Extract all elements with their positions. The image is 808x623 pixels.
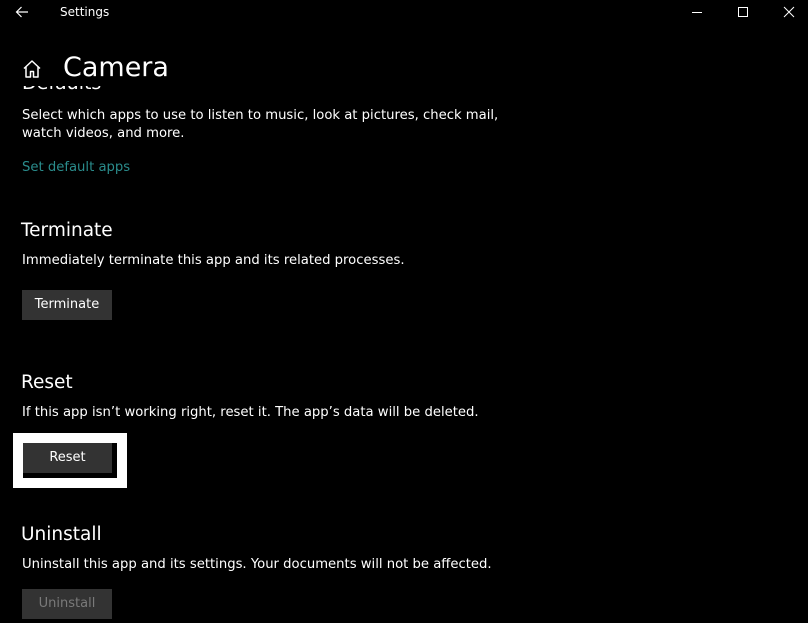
defaults-description-line1: Select which apps to use to listen to mu…	[22, 108, 499, 123]
uninstall-heading: Uninstall	[21, 524, 102, 545]
defaults-heading-partial: Defaults	[22, 86, 142, 92]
terminate-description: Immediately terminate this app and its r…	[22, 253, 405, 268]
minimize-icon	[692, 12, 702, 13]
reset-description: If this app isn’t working right, reset i…	[22, 405, 479, 420]
maximize-icon	[738, 7, 748, 17]
terminate-heading: Terminate	[21, 220, 113, 241]
reset-heading: Reset	[21, 372, 73, 393]
maximize-button[interactable]	[720, 0, 766, 24]
window-title: Settings	[60, 5, 110, 19]
home-button[interactable]	[21, 58, 43, 80]
page-title: Camera	[63, 52, 169, 83]
home-icon	[23, 60, 41, 78]
arrow-left-icon	[15, 6, 28, 18]
uninstall-description: Uninstall this app and its settings. You…	[22, 557, 492, 572]
close-icon	[783, 6, 795, 18]
terminate-button[interactable]: Terminate	[22, 290, 112, 320]
page-header: Camera	[0, 48, 808, 88]
set-default-apps-link[interactable]: Set default apps	[22, 159, 130, 177]
back-button[interactable]	[8, 0, 36, 24]
uninstall-button[interactable]: Uninstall	[22, 589, 112, 619]
minimize-button[interactable]	[674, 0, 720, 24]
reset-button[interactable]: Reset	[23, 443, 112, 473]
defaults-description-line2: watch videos, and more.	[22, 126, 185, 141]
close-button[interactable]	[766, 0, 808, 24]
title-bar: Settings	[0, 0, 808, 24]
